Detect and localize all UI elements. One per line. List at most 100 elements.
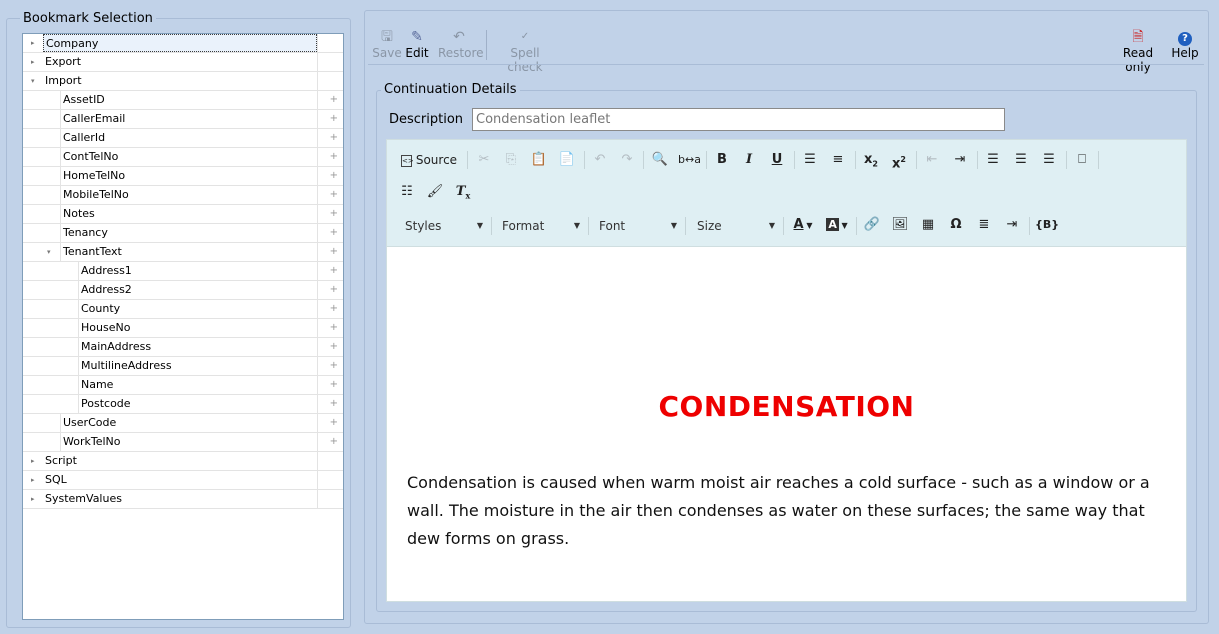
tree-node-label[interactable]: WorkTelNo xyxy=(61,433,317,451)
tree-node-label[interactable]: Import xyxy=(43,72,317,90)
tree-node[interactable]: Postcode + xyxy=(23,395,343,414)
restore-button[interactable]: ↶ Restore xyxy=(438,28,484,60)
bold-icon[interactable]: B xyxy=(712,150,732,170)
horizontal-line-icon[interactable]: ≣ xyxy=(974,215,994,235)
insert-bookmark-icon[interactable]: + xyxy=(330,129,338,147)
spell-check-button[interactable]: ✓ Spell check xyxy=(494,28,556,74)
tree-node[interactable]: Address1 + xyxy=(23,262,343,281)
collapsed-arrow-icon[interactable]: ▸ xyxy=(31,457,39,465)
collapsed-arrow-icon[interactable]: ▸ xyxy=(31,58,39,66)
tree-node-label[interactable]: Script xyxy=(43,452,317,470)
align-right-icon[interactable]: ☰ xyxy=(1039,150,1059,170)
paste-icon[interactable]: 📋 xyxy=(529,150,549,170)
special-character-icon[interactable]: Ω xyxy=(946,215,966,235)
insert-bookmark-icon[interactable]: + xyxy=(330,186,338,204)
insert-bookmark-icon[interactable]: + xyxy=(330,205,338,223)
format-painter-icon[interactable]: 🖌 xyxy=(425,182,445,202)
save-button[interactable]: 🖫 Save xyxy=(372,28,402,60)
tree-node[interactable]: County + xyxy=(23,300,343,319)
read-only-button[interactable]: 🗎 Read only xyxy=(1111,28,1165,74)
outdent-icon[interactable]: ⇤ xyxy=(922,150,942,170)
insert-bookmark-icon[interactable]: + xyxy=(330,433,338,451)
font-dropdown[interactable]: Font ▼ xyxy=(599,216,679,236)
tree-node[interactable]: ▸ SQL xyxy=(23,471,343,490)
superscript-icon[interactable]: x2 xyxy=(889,150,909,171)
tree-node-label[interactable]: Notes xyxy=(61,205,317,223)
underline-icon[interactable]: U xyxy=(767,150,787,170)
copy-icon[interactable]: ⎘ xyxy=(501,150,521,170)
template-icon[interactable]: ☷ xyxy=(397,182,417,202)
numbered-list-icon[interactable]: ≡ xyxy=(828,150,848,170)
collapsed-arrow-icon[interactable]: ▸ xyxy=(31,476,39,484)
tree-node[interactable]: Name + xyxy=(23,376,343,395)
tree-node[interactable]: ▸ Script xyxy=(23,452,343,471)
insert-bookmark-icon[interactable]: + xyxy=(330,319,338,337)
insert-bookmark-icon[interactable]: + xyxy=(330,91,338,109)
insert-bookmark-icon[interactable]: + xyxy=(330,262,338,280)
insert-bookmark-icon[interactable]: + xyxy=(330,357,338,375)
indent-icon[interactable]: ⇥ xyxy=(950,150,970,170)
tree-node-label[interactable]: SQL xyxy=(43,471,317,489)
tree-node-label[interactable]: Postcode xyxy=(79,395,317,413)
tree-node[interactable]: ▾ Import xyxy=(23,72,343,91)
tree-node-label[interactable]: HouseNo xyxy=(79,319,317,337)
source-button[interactable]: <> Source xyxy=(401,150,461,170)
edit-button[interactable]: ✎ Edit xyxy=(405,28,429,60)
tree-node[interactable]: UserCode + xyxy=(23,414,343,433)
tree-node-label[interactable]: ContTelNo xyxy=(61,148,317,166)
expanded-arrow-icon[interactable]: ▾ xyxy=(47,248,55,256)
align-center-icon[interactable]: ☰ xyxy=(1011,150,1031,170)
tree-node[interactable]: CallerId + xyxy=(23,129,343,148)
tree-node[interactable]: ContTelNo + xyxy=(23,148,343,167)
tree-node-label[interactable]: HomeTelNo xyxy=(61,167,317,185)
insert-field-icon[interactable]: ⇥ xyxy=(1002,215,1022,235)
tree-node[interactable]: MobileTelNo + xyxy=(23,186,343,205)
bookmark-tree[interactable]: ▸ Company ▸ Export ▾ Import AssetID + CallerEmai… xyxy=(22,33,344,620)
expanded-arrow-icon[interactable]: ▾ xyxy=(31,77,39,85)
tree-node[interactable]: HouseNo + xyxy=(23,319,343,338)
tree-node[interactable]: MultilineAddress + xyxy=(23,357,343,376)
replace-icon[interactable]: b↔a xyxy=(678,150,701,170)
link-icon[interactable]: 🔗 xyxy=(862,215,882,235)
align-left-icon[interactable]: ☰ xyxy=(983,150,1003,170)
page-break-icon[interactable]: ⎕ xyxy=(1072,150,1092,170)
tree-node-label[interactable]: TenantText xyxy=(61,243,317,261)
tree-node-label[interactable]: UserCode xyxy=(61,414,317,432)
insert-bookmark-icon[interactable]: + xyxy=(330,224,338,242)
tree-node[interactable]: HomeTelNo + xyxy=(23,167,343,186)
tree-node[interactable]: AssetID + xyxy=(23,91,343,110)
redo-icon[interactable]: ↷ xyxy=(617,150,637,170)
bulleted-list-icon[interactable]: ☰ xyxy=(800,150,820,170)
tree-node-label[interactable]: MobileTelNo xyxy=(61,186,317,204)
tree-node-label[interactable]: AssetID xyxy=(61,91,317,109)
tree-node[interactable]: Notes + xyxy=(23,205,343,224)
format-dropdown[interactable]: Format ▼ xyxy=(502,216,582,236)
subscript-icon[interactable]: x2 xyxy=(861,150,881,170)
tree-node[interactable]: ▸ Company xyxy=(23,34,343,53)
insert-bookmark-icon[interactable]: + xyxy=(330,414,338,432)
image-icon[interactable]: 🖼 xyxy=(890,215,910,235)
insert-bookmark-icon[interactable]: + xyxy=(330,148,338,166)
tree-node-label[interactable]: Company xyxy=(43,34,317,52)
insert-bookmark-icon[interactable]: + xyxy=(330,243,338,261)
text-color-icon[interactable]: A ▼ xyxy=(789,215,817,235)
tree-node-label[interactable]: Name xyxy=(79,376,317,394)
tree-node[interactable]: ▾ TenantText + xyxy=(23,243,343,262)
tree-node-label[interactable]: CallerEmail xyxy=(61,110,317,128)
tree-node-label[interactable]: Export xyxy=(43,53,317,71)
tree-node-label[interactable]: Address1 xyxy=(79,262,317,280)
table-icon[interactable]: ▦ xyxy=(918,215,938,235)
bookmark-field-icon[interactable]: {B} xyxy=(1035,215,1059,235)
insert-bookmark-icon[interactable]: + xyxy=(330,395,338,413)
insert-bookmark-icon[interactable]: + xyxy=(330,376,338,394)
italic-icon[interactable]: I xyxy=(739,150,759,170)
cut-icon[interactable]: ✂ xyxy=(474,150,494,170)
tree-node[interactable]: MainAddress + xyxy=(23,338,343,357)
collapsed-arrow-icon[interactable]: ▸ xyxy=(31,39,39,47)
tree-node-label[interactable]: Tenancy xyxy=(61,224,317,242)
tree-node[interactable]: CallerEmail + xyxy=(23,110,343,129)
size-dropdown[interactable]: Size ▼ xyxy=(697,216,777,236)
editor-content-area[interactable]: CONDENSATION Condensation is caused when… xyxy=(387,247,1186,601)
tree-node-label[interactable]: CallerId xyxy=(61,129,317,147)
tree-node[interactable]: ▸ SystemValues xyxy=(23,490,343,509)
